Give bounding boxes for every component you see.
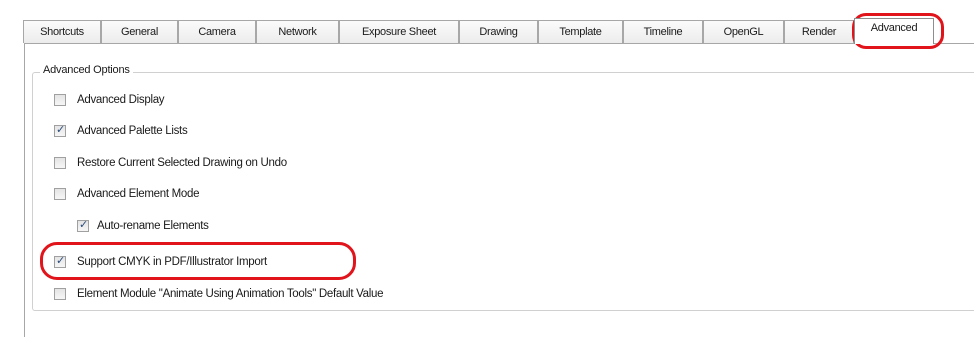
option-auto-rename-elements[interactable]: Auto-rename Elements	[77, 218, 209, 234]
option-label: Restore Current Selected Drawing on Undo	[77, 157, 287, 169]
checkbox[interactable]	[54, 123, 66, 137]
option-support-cmyk[interactable]: Support CMYK in PDF/Illustrator Import	[54, 254, 267, 270]
preferences-tab-bar: Shortcuts General Camera Network Exposur…	[23, 18, 974, 44]
option-advanced-element-mode[interactable]: Advanced Element Mode	[54, 186, 200, 202]
tab-network[interactable]: Network	[256, 20, 339, 43]
option-label: Advanced Element Mode	[77, 188, 200, 200]
checkbox[interactable]	[54, 188, 66, 200]
tab-shortcuts[interactable]: Shortcuts	[23, 20, 101, 43]
tab-template[interactable]: Template	[538, 20, 623, 43]
option-restore-current-selected-drawing[interactable]: Restore Current Selected Drawing on Undo	[54, 155, 287, 171]
option-advanced-palette-lists[interactable]: Advanced Palette Lists	[54, 123, 188, 139]
option-label: Advanced Display	[77, 94, 165, 106]
tab-exposure-sheet[interactable]: Exposure Sheet	[339, 20, 459, 43]
option-label: Element Module "Animate Using Animation …	[77, 288, 384, 300]
tab-timeline[interactable]: Timeline	[623, 20, 703, 43]
option-advanced-display[interactable]: Advanced Display	[54, 92, 165, 108]
option-label: Auto-rename Elements	[97, 220, 209, 232]
tab-render[interactable]: Render	[784, 20, 854, 43]
option-element-module-animate-default[interactable]: Element Module "Animate Using Animation …	[54, 286, 383, 302]
checkbox[interactable]	[54, 157, 66, 169]
checkbox[interactable]	[77, 218, 89, 232]
tab-drawing[interactable]: Drawing	[459, 20, 538, 43]
tab-camera[interactable]: Camera	[178, 20, 256, 43]
tab-opengl[interactable]: OpenGL	[703, 20, 784, 43]
option-label: Advanced Palette Lists	[77, 125, 188, 137]
tab-advanced[interactable]: Advanced	[854, 18, 934, 44]
group-title: Advanced Options	[40, 64, 133, 76]
option-label: Support CMYK in PDF/Illustrator Import	[77, 256, 267, 268]
checkbox[interactable]	[54, 94, 66, 106]
checkbox[interactable]	[54, 254, 66, 268]
tab-general[interactable]: General	[101, 20, 178, 43]
checkbox[interactable]	[54, 288, 66, 300]
